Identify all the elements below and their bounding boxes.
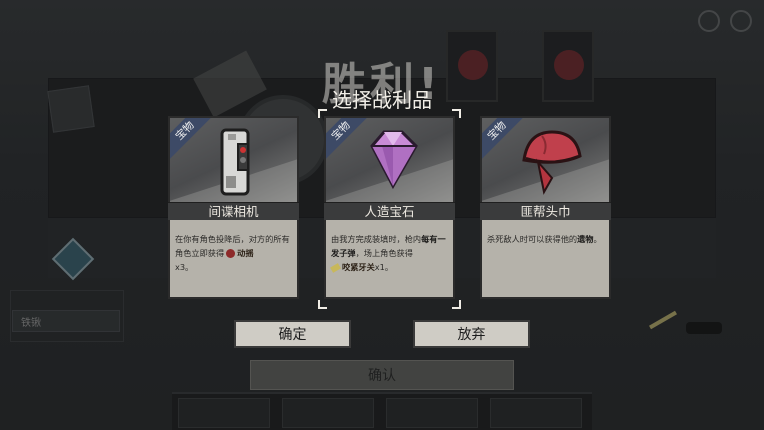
desc-tail: x1。 xyxy=(374,262,394,272)
desc-text: 由我方完成装填时，枪内 xyxy=(331,234,422,244)
gem-icon xyxy=(370,130,418,190)
card-description: 在你有角色投降后，对方的所有角色立即获得 动摇 x3。 xyxy=(168,220,299,299)
card-name: 匪帮头巾 xyxy=(480,202,611,220)
confirm-button[interactable]: 确定 xyxy=(234,320,351,348)
treasure-badge: 宝物 xyxy=(170,118,217,163)
desc-text: 杀死敌人时可以获得他的 xyxy=(487,234,578,244)
abandon-button[interactable]: 放弃 xyxy=(413,320,530,348)
bandana-icon xyxy=(522,130,582,195)
loot-card-spy-camera[interactable]: 宝物 间谍相机 在你有角色投降后，对方的所有角色立即获得 动摇 x3。 xyxy=(168,116,299,299)
desc-text: ，场上角色获得 xyxy=(355,248,413,258)
grit-icon xyxy=(330,262,341,273)
desc-tail: 。 xyxy=(593,234,602,244)
card-name: 间谍相机 xyxy=(168,202,299,220)
card-name: 人造宝石 xyxy=(324,202,455,220)
shaken-icon xyxy=(226,249,236,258)
desc-keyword: 咬紧牙关 xyxy=(342,262,375,272)
loot-card-bandana[interactable]: 宝物 匪帮头巾 杀死敌人时可以获得他的遗物。 xyxy=(480,116,611,299)
desc-bold: 遗物 xyxy=(577,234,594,244)
card-description: 由我方完成装填时，枪内每有一发子弹，场上角色获得 咬紧牙关x1。 xyxy=(324,220,455,299)
desc-tail: x3。 xyxy=(175,262,194,272)
card-description: 杀死敌人时可以获得他的遗物。 xyxy=(480,220,611,299)
loot-card-gem[interactable]: 宝物 人造宝石 由我方完成装填时，枪内每有一发子弹，场上角色获得 咬紧牙关x1。 xyxy=(324,116,455,299)
loot-subtitle: 选择战利品 xyxy=(332,88,432,112)
spy-camera-icon xyxy=(220,128,250,196)
desc-keyword: 动摇 xyxy=(237,248,254,258)
